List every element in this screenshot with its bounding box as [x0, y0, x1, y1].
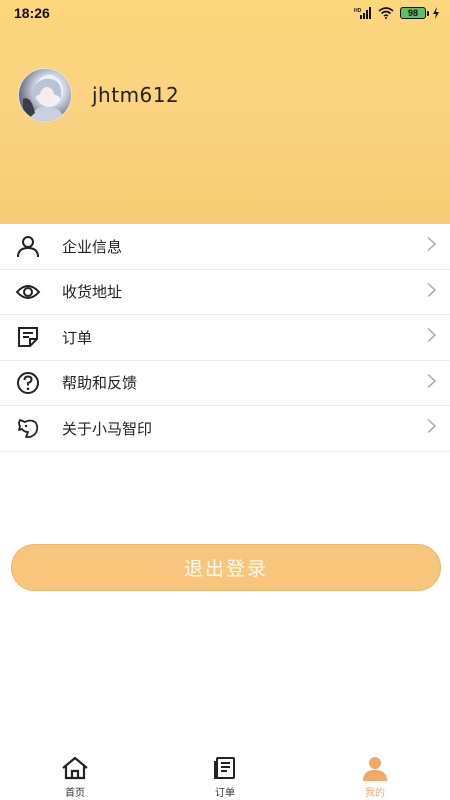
chevron-right-icon: [427, 237, 437, 256]
profile-info[interactable]: jhtm612: [18, 68, 179, 122]
menu-item-company-info[interactable]: 企业信息: [0, 224, 450, 270]
menu-item-label: 帮助和反馈: [62, 374, 138, 393]
menu-item-label: 收货地址: [62, 283, 123, 302]
home-icon: [60, 754, 90, 782]
avatar-image: [23, 75, 65, 121]
order-icon: [210, 754, 240, 782]
wifi-icon: [378, 7, 394, 19]
logout-button[interactable]: 退出登录: [11, 544, 441, 591]
person-icon: [15, 233, 41, 259]
menu-item-label: 关于小马智印: [62, 419, 153, 438]
tab-label: 订单: [215, 788, 235, 799]
chevron-right-icon: [427, 282, 437, 301]
tab-label: 首页: [65, 788, 85, 799]
menu-item-help-feedback[interactable]: 帮助和反馈: [0, 361, 450, 406]
username: jhtm612: [92, 83, 180, 107]
status-time: 18:26: [14, 5, 50, 21]
chevron-right-icon: [427, 373, 437, 392]
signal-icon: HD: [354, 7, 372, 19]
status-icons: HD 98: [354, 7, 440, 19]
help-icon: [15, 370, 41, 396]
settings-menu: 企业信息 收货地址 订单 帮助和反馈 关于小马智印: [0, 224, 450, 452]
tab-label: 我的: [365, 788, 385, 799]
chevron-right-icon: [427, 419, 437, 438]
bottom-tab-bar: 首页 订单 我的: [0, 748, 450, 800]
horse-icon: [15, 415, 41, 441]
charging-icon: [432, 7, 440, 19]
profile-header: 18:26 HD 98 jhtm612: [0, 0, 450, 224]
order-icon: [15, 324, 41, 350]
menu-item-address[interactable]: 收货地址: [0, 270, 450, 315]
tab-home[interactable]: 首页: [0, 748, 150, 800]
tab-orders[interactable]: 订单: [150, 748, 300, 800]
battery-indicator: 98: [400, 7, 429, 19]
tab-mine[interactable]: 我的: [300, 748, 450, 800]
eye-icon: [15, 279, 41, 305]
svg-text:HD: HD: [354, 8, 362, 14]
profile-icon: [360, 754, 390, 782]
avatar[interactable]: [18, 68, 72, 122]
menu-item-orders[interactable]: 订单: [0, 315, 450, 361]
menu-item-about[interactable]: 关于小马智印: [0, 406, 450, 452]
menu-item-label: 企业信息: [62, 237, 123, 256]
chevron-right-icon: [427, 328, 437, 347]
menu-item-label: 订单: [62, 328, 93, 347]
status-bar: 18:26 HD 98: [0, 0, 450, 26]
